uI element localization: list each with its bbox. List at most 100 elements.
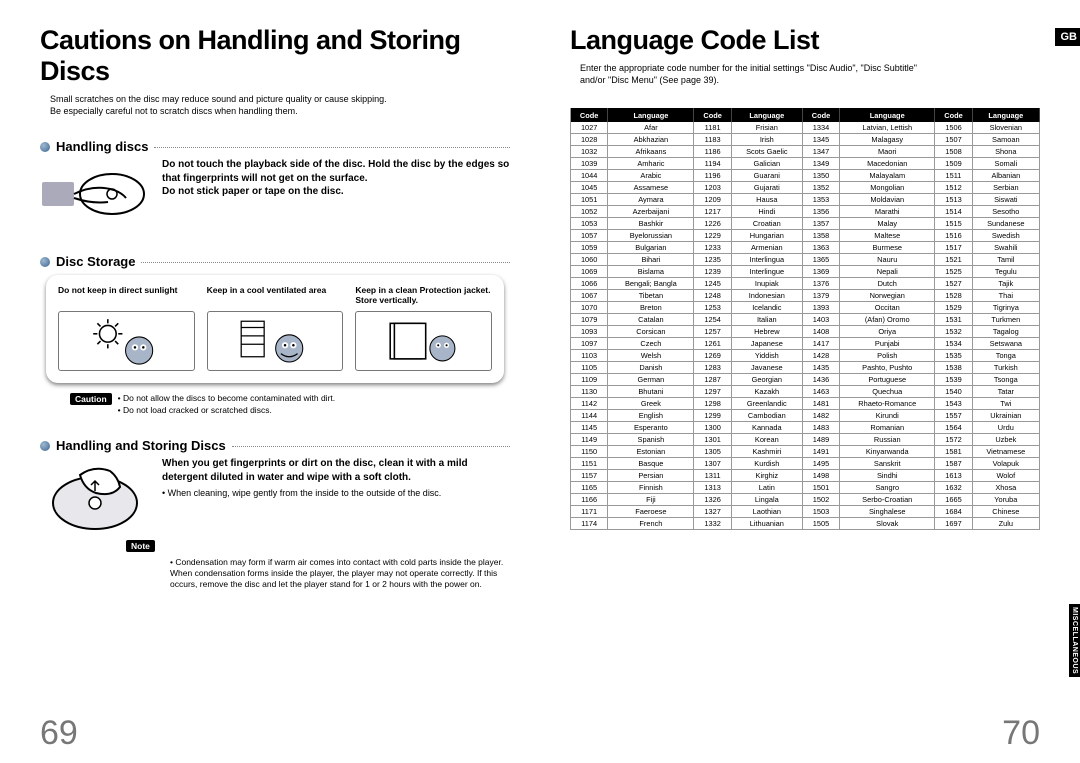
th-lang: Language [731,109,802,123]
lang-code-cell: 1532 [935,326,972,338]
lang-code-cell: 1245 [694,278,731,290]
note-badge: Note [126,540,155,552]
note-item: Condensation may form if warm air comes … [170,557,510,590]
lang-code-cell: 1345 [802,134,839,146]
divider [141,261,510,263]
lang-name-cell: Icelandic [731,302,802,314]
lang-name-cell: Latvian, Lettish [840,122,935,134]
lang-name-cell: Pashto, Pushto [840,362,935,374]
lang-code-cell: 1130 [571,386,608,398]
lang-name-cell: French [608,518,694,530]
lang-code-cell: 1379 [802,290,839,302]
caution-badge: Caution [70,393,112,405]
lang-name-cell: Italian [731,314,802,326]
lang-code-cell: 1028 [571,134,608,146]
lang-code-cell: 1044 [571,170,608,182]
divider [232,445,510,447]
lang-code-cell: 1535 [935,350,972,362]
lang-code-cell: 1305 [694,446,731,458]
lang-code-cell: 1194 [694,158,731,170]
lang-name-cell: Siswati [972,194,1039,206]
lang-code-cell: 1408 [802,326,839,338]
lang-name-cell: Bihari [608,254,694,266]
bullet-icon [40,441,50,451]
lang-name-cell: Swahili [972,242,1039,254]
lang-name-cell: Burmese [840,242,935,254]
lang-code-cell: 1183 [694,134,731,146]
lang-code-cell: 1045 [571,182,608,194]
lang-name-cell: Thai [972,290,1039,302]
lang-code-cell: 1057 [571,230,608,242]
lang-code-cell: 1326 [694,494,731,506]
lang-name-cell: Occitan [840,302,935,314]
lang-name-cell: Greenlandic [731,398,802,410]
lang-code-cell: 1482 [802,410,839,422]
lang-code-cell: 1334 [802,122,839,134]
lang-name-cell: Kazakh [731,386,802,398]
lang-code-cell: 1527 [935,278,972,290]
lang-name-cell: Romanian [840,422,935,434]
lang-code-cell: 1217 [694,206,731,218]
lang-code-cell: 1503 [802,506,839,518]
lang-name-cell: Yoruba [972,494,1039,506]
lang-code-cell: 1067 [571,290,608,302]
lang-name-cell: Macedonian [840,158,935,170]
lang-code-cell: 1534 [935,338,972,350]
lang-name-cell: Kurdish [731,458,802,470]
lang-name-cell: Swedish [972,230,1039,242]
lang-name-cell: Frisian [731,122,802,134]
lang-name-cell: Hungarian [731,230,802,242]
lang-name-cell: Indonesian [731,290,802,302]
storage-box: Do not keep in direct sunlight [46,275,504,383]
lang-name-cell: Hindi [731,206,802,218]
lang-name-cell: Vietnamese [972,446,1039,458]
caution-list: Do not allow the discs to become contami… [118,393,335,416]
lang-name-cell: Dutch [840,278,935,290]
lang-code-cell: 1209 [694,194,731,206]
lang-name-cell: Bhutani [608,386,694,398]
lang-name-cell: Afrikaans [608,146,694,158]
gb-badge: GB [1055,28,1080,46]
lang-code-cell: 1105 [571,362,608,374]
lang-code-cell: 1066 [571,278,608,290]
th-code: Code [935,109,972,123]
lang-name-cell: Esperanto [608,422,694,434]
lang-name-cell: Chinese [972,506,1039,518]
lang-code-cell: 1483 [802,422,839,434]
lang-code-cell: 1515 [935,218,972,230]
lang-code-cell: 1363 [802,242,839,254]
storage-heading: Disc Storage [56,254,135,269]
lang-code-cell: 1581 [935,446,972,458]
lang-code-cell: 1505 [802,518,839,530]
lang-code-cell: 1299 [694,410,731,422]
lang-code-cell: 1495 [802,458,839,470]
lang-name-cell: Sesotho [972,206,1039,218]
th-code: Code [802,109,839,123]
lang-name-cell: Urdu [972,422,1039,434]
lang-name-cell: Greek [608,398,694,410]
lang-code-cell: 1060 [571,254,608,266]
lang-code-cell: 1150 [571,446,608,458]
caution-item-1: Do not load cracked or scratched discs. [118,405,335,416]
lang-code-cell: 1491 [802,446,839,458]
lang-code-cell: 1070 [571,302,608,314]
lang-name-cell: Somali [972,158,1039,170]
lang-code-cell: 1283 [694,362,731,374]
divider [154,146,510,148]
lang-code-cell: 1298 [694,398,731,410]
lang-code-cell: 1514 [935,206,972,218]
lang-code-cell: 1051 [571,194,608,206]
lang-code-cell: 1261 [694,338,731,350]
lang-name-cell: Corsican [608,326,694,338]
lang-code-cell: 1254 [694,314,731,326]
lang-code-cell: 1572 [935,434,972,446]
lang-code-cell: 1357 [802,218,839,230]
handlestore-bold: When you get fingerprints or dirt on the… [162,457,510,484]
lang-name-cell: Mongolian [840,182,935,194]
lang-code-cell: 1632 [935,482,972,494]
lang-code-cell: 1226 [694,218,731,230]
left-title: Cautions on Handling and Storing Discs [40,25,510,87]
lang-name-cell: Bengali; Bangla [608,278,694,290]
lang-code-cell: 1059 [571,242,608,254]
lang-code-cell: 1269 [694,350,731,362]
